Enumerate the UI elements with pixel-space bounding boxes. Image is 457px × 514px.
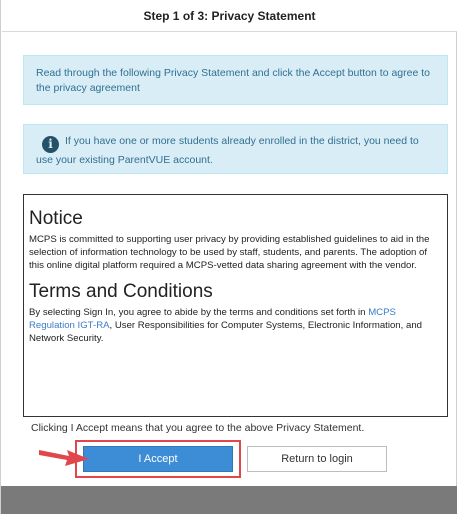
privacy-statement-box[interactable]: Notice MCPS is committed to supporting u…	[23, 194, 448, 417]
terms-heading: Terms and Conditions	[29, 281, 213, 302]
accept-button[interactable]: I Accept	[83, 446, 233, 472]
existing-account-text: If you have one or more students already…	[36, 135, 419, 166]
pointer-arrow-icon	[39, 450, 89, 466]
instructions-text: Read through the following Privacy State…	[36, 67, 430, 94]
page-frame: Step 1 of 3: Privacy Statement Read thro…	[0, 0, 457, 514]
info-icon: i	[42, 136, 59, 153]
accept-note: Clicking I Accept means that you agree t…	[31, 422, 365, 434]
footer-bar	[1, 486, 457, 514]
notice-body: MCPS is committed to supporting user pri…	[29, 234, 430, 271]
terms-body: By selecting Sign In, you agree to abide…	[29, 306, 442, 345]
instructions-alert: Read through the following Privacy State…	[23, 55, 448, 105]
terms-text-before: By selecting Sign In, you agree to abide…	[29, 307, 369, 318]
return-to-login-button[interactable]: Return to login	[247, 446, 387, 472]
notice-heading: Notice	[29, 208, 83, 229]
existing-account-alert: i If you have one or more students alread…	[23, 124, 448, 174]
page-title: Step 1 of 3: Privacy Statement	[2, 0, 457, 32]
